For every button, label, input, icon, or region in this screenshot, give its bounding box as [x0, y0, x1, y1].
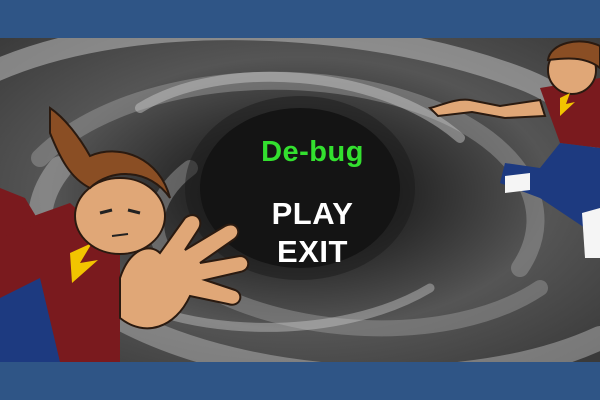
- main-menu: De-bug PLAY EXIT: [235, 108, 390, 308]
- game-window: De-bug PLAY EXIT: [0, 0, 600, 400]
- play-button[interactable]: PLAY: [235, 196, 390, 232]
- game-title: De-bug: [261, 136, 364, 168]
- top-letterbox-bar: [0, 0, 600, 38]
- title-screen-stage: De-bug PLAY EXIT: [0, 38, 600, 362]
- exit-button[interactable]: EXIT: [235, 234, 390, 270]
- bottom-letterbox-bar: [0, 362, 600, 400]
